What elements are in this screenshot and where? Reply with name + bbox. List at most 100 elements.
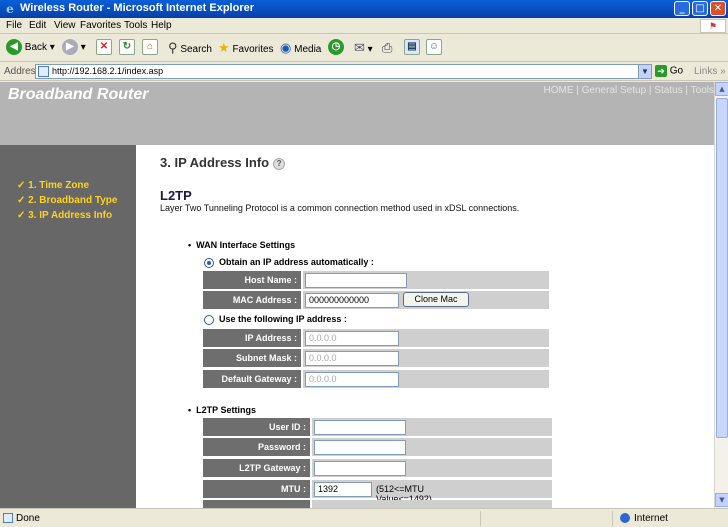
history-icon: ◷ bbox=[328, 39, 344, 56]
status-separator bbox=[612, 511, 613, 526]
subnet-mask-input[interactable]: 0.0.0.0 bbox=[305, 351, 399, 366]
go-arrow-icon: ➜ bbox=[655, 65, 667, 77]
nav-status[interactable]: Status bbox=[654, 85, 682, 96]
host-name-label: Host Name : bbox=[203, 271, 301, 289]
close-button[interactable]: ✕ bbox=[710, 1, 726, 16]
sidebar-item-ip-address-info[interactable]: ✓ 3. IP Address Info bbox=[17, 210, 112, 221]
title-bar: e Wireless Router - Microsoft Internet E… bbox=[0, 0, 728, 18]
page-done-icon bbox=[3, 513, 13, 523]
home-button[interactable]: ⌂ bbox=[142, 39, 158, 57]
links-label: Links bbox=[694, 66, 718, 77]
scroll-up-icon[interactable]: ▲ bbox=[715, 82, 728, 96]
windows-flag-icon: ⚑ bbox=[700, 19, 726, 33]
go-button[interactable]: ➜ Go bbox=[655, 65, 683, 77]
mac-address-label: MAC Address : bbox=[203, 291, 301, 309]
scroll-down-icon[interactable]: ▼ bbox=[715, 493, 728, 507]
page-title-text: 3. IP Address Info bbox=[160, 155, 270, 170]
mtu-input[interactable]: 1392 bbox=[314, 482, 372, 497]
host-name-input[interactable] bbox=[305, 273, 407, 288]
home-icon: ⌂ bbox=[142, 39, 158, 56]
ie-logo-icon: e bbox=[6, 2, 14, 16]
stop-button[interactable]: ✕ bbox=[96, 39, 112, 57]
user-id-input[interactable] bbox=[314, 420, 406, 435]
main-content: 3. IP Address Info? L2TP Layer Two Tunne… bbox=[136, 145, 714, 508]
globe-icon bbox=[620, 513, 630, 524]
clone-mac-button[interactable]: Clone Mac bbox=[403, 292, 469, 307]
menu-edit[interactable]: Edit bbox=[29, 20, 46, 31]
l2tp-settings-heading: L2TP Settings bbox=[188, 405, 256, 415]
back-button[interactable]: ◀ Back ▾ bbox=[6, 39, 55, 57]
scroll-thumb[interactable] bbox=[716, 98, 728, 438]
toolbar: ◀ Back ▾ ▶ ▾ ✕ ↻ ⌂ ⚲ Search ★ Favorites … bbox=[0, 34, 728, 62]
minimize-button[interactable]: _ bbox=[674, 1, 690, 16]
subnet-mask-label: Subnet Mask : bbox=[203, 349, 301, 367]
media-icon: ◉ bbox=[280, 40, 292, 55]
security-zone: Internet bbox=[620, 513, 668, 524]
favorites-button[interactable]: ★ Favorites bbox=[218, 39, 274, 57]
media-label: Media bbox=[294, 44, 322, 55]
forward-arrow-icon: ▶ bbox=[62, 39, 78, 56]
page-title: 3. IP Address Info? bbox=[160, 155, 286, 170]
go-label: Go bbox=[669, 65, 684, 77]
l2tp-gateway-input[interactable] bbox=[314, 461, 406, 476]
back-label: Back bbox=[24, 42, 48, 53]
search-label: Search bbox=[180, 44, 212, 55]
mail-icon: ✉ bbox=[354, 40, 365, 55]
vertical-scrollbar[interactable]: ▲ ▼ bbox=[714, 82, 728, 508]
status-bar: Done Internet bbox=[0, 508, 728, 527]
links-button[interactable]: Links » bbox=[694, 66, 726, 77]
status-separator bbox=[480, 511, 481, 526]
sidebar-item-broadband-type[interactable]: ✓ 2. Broadband Type bbox=[17, 195, 117, 206]
nav-tools[interactable]: Tools bbox=[691, 85, 714, 96]
menu-tools[interactable]: Tools bbox=[124, 20, 147, 31]
nav-general-setup[interactable]: General Setup bbox=[582, 85, 647, 96]
obtain-auto-radio[interactable] bbox=[204, 257, 214, 268]
printer-icon: ⎙ bbox=[382, 40, 393, 55]
mtu-label: MTU : bbox=[203, 480, 310, 498]
back-arrow-icon: ◀ bbox=[6, 39, 22, 56]
menu-file[interactable]: File bbox=[6, 20, 22, 31]
forward-button[interactable]: ▶ ▾ bbox=[62, 39, 86, 57]
mail-button[interactable]: ✉ ▾ bbox=[354, 39, 373, 57]
help-icon[interactable]: ? bbox=[273, 157, 286, 170]
browser-viewport: Broadband Router HOME | General Setup | … bbox=[0, 82, 714, 508]
address-input[interactable]: http://192.168.2.1/index.asp bbox=[35, 64, 652, 79]
brand-title: Broadband Router bbox=[8, 86, 149, 103]
next-row-label bbox=[203, 500, 310, 508]
obtain-auto-option[interactable]: Obtain an IP address automatically : bbox=[204, 257, 374, 268]
obtain-auto-label: Obtain an IP address automatically : bbox=[219, 257, 374, 267]
default-gateway-input[interactable]: 0.0.0.0 bbox=[305, 372, 399, 387]
edit-icon: ▤ bbox=[404, 39, 420, 56]
messenger-button[interactable]: ☺ bbox=[426, 39, 442, 57]
address-dropdown-icon[interactable]: ▼ bbox=[638, 64, 652, 79]
favorites-label: Favorites bbox=[232, 44, 274, 55]
window-title: Wireless Router - Microsoft Internet Exp… bbox=[20, 2, 255, 14]
edit-button[interactable]: ▤ bbox=[404, 39, 420, 57]
mac-address-input[interactable]: 000000000000 bbox=[305, 293, 399, 308]
refresh-button[interactable]: ↻ bbox=[119, 39, 135, 57]
address-url: http://192.168.2.1/index.asp bbox=[52, 66, 164, 76]
nav-home[interactable]: HOME bbox=[543, 85, 573, 96]
next-row-cell bbox=[312, 500, 552, 508]
print-button[interactable]: ⎙ bbox=[382, 39, 392, 57]
media-button[interactable]: ◉ Media bbox=[280, 39, 321, 57]
search-button[interactable]: ⚲ Search bbox=[168, 39, 212, 57]
ip-address-input[interactable]: 0.0.0.0 bbox=[305, 331, 399, 346]
stop-icon: ✕ bbox=[96, 39, 112, 56]
section-title: L2TP bbox=[160, 188, 192, 203]
menu-help[interactable]: Help bbox=[151, 20, 172, 31]
maximize-button[interactable]: □ bbox=[692, 1, 708, 16]
menu-bar: File Edit View Favorites Tools Help ⚑ bbox=[0, 18, 728, 34]
use-following-ip-option[interactable]: Use the following IP address : bbox=[204, 314, 347, 325]
zone-label: Internet bbox=[634, 513, 668, 524]
password-label: Password : bbox=[203, 438, 310, 456]
menu-view[interactable]: View bbox=[54, 20, 76, 31]
sidebar-item-time-zone[interactable]: ✓ 1. Time Zone bbox=[17, 180, 89, 191]
use-following-ip-radio[interactable] bbox=[204, 314, 214, 325]
history-button[interactable]: ◷ bbox=[328, 39, 344, 57]
password-input[interactable] bbox=[314, 440, 406, 455]
messenger-icon: ☺ bbox=[426, 39, 442, 56]
nav-separator: | bbox=[573, 85, 582, 96]
menu-favorites[interactable]: Favorites bbox=[80, 20, 121, 31]
page-icon bbox=[38, 66, 49, 77]
